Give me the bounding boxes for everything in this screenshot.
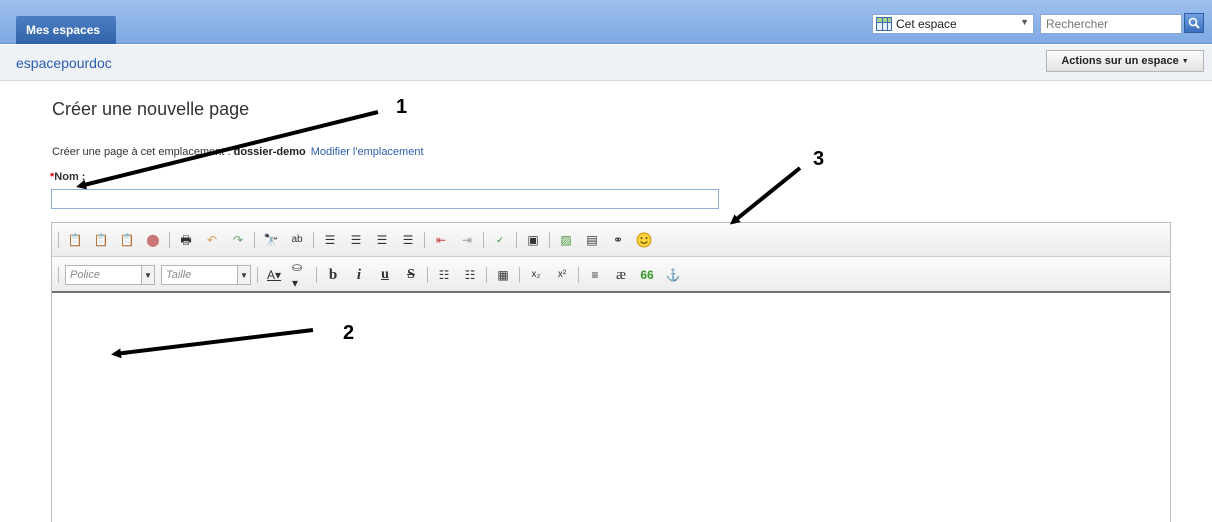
text-color-icon[interactable]: A▾: [266, 267, 282, 283]
toolbar-separator: [486, 267, 487, 283]
toolbar-separator: [316, 267, 317, 283]
superscript-icon[interactable]: x²: [554, 267, 570, 283]
space-actions-label: Actions sur un espace: [1061, 55, 1179, 67]
toolbar-separator: [483, 231, 484, 248]
search-icon: [1188, 17, 1200, 29]
chevron-down-icon: ▼: [1181, 57, 1189, 65]
italic-icon[interactable]: i: [351, 267, 367, 283]
toolbar-separator: [427, 267, 428, 283]
print-icon[interactable]: 🖶: [178, 232, 194, 248]
undo-icon[interactable]: ↶: [204, 232, 220, 248]
replace-icon[interactable]: ab: [289, 232, 305, 248]
space-actions-button[interactable]: Actions sur un espace ▼: [1046, 50, 1204, 72]
smiley-icon[interactable]: [636, 232, 652, 248]
toolbar-separator: [257, 267, 258, 283]
toolbar-separator: [578, 267, 579, 283]
annotation-arrow-3: [729, 166, 802, 225]
space-grid-icon: [876, 17, 892, 31]
toolbar-separator: [516, 231, 517, 248]
editor-toolbar-row-2: Police ▼ Taille ▼ A▾ ⛀▾ b i u S ☷ ☷ ▦ x₂…: [52, 259, 1170, 293]
special-char-icon[interactable]: æ: [613, 267, 629, 283]
insert-table-icon[interactable]: ▦: [495, 267, 511, 283]
toolbar-separator: [254, 231, 255, 248]
top-bar: Mes espaces Cet espace ▼: [0, 0, 1212, 44]
chevron-down-icon: ▼: [1020, 17, 1029, 27]
toolbar-separator: [58, 231, 59, 248]
paste-word-icon[interactable]: 📋: [119, 232, 135, 248]
chevron-down-icon: ▼: [141, 266, 154, 284]
subscript-icon[interactable]: x₂: [528, 267, 544, 283]
modify-location-link[interactable]: Modifier l'emplacement: [311, 146, 424, 158]
spellcheck-icon[interactable]: ✓: [492, 232, 508, 248]
editor-toolbar-row-1: 📋 📋 📋 ⬤ 🖶 ↶ ↷ 🔭 ab ☰ ☰ ☰ ☰ ⇤ ⇥ ✓ ▣ ▨ ▤ ⚭: [52, 223, 1170, 257]
search-scope-select[interactable]: Cet espace ▼: [872, 14, 1034, 34]
toolbar-separator: [313, 231, 314, 248]
insert-file-icon[interactable]: ▤: [584, 232, 600, 248]
indent-icon[interactable]: ⇥: [459, 232, 475, 248]
paste-icon[interactable]: 📋: [67, 232, 83, 248]
clean-format-icon[interactable]: ⬤: [145, 232, 161, 248]
toolbar-separator: [58, 267, 59, 283]
location-folder: dossier-demo: [233, 146, 306, 158]
align-left-icon[interactable]: ☰: [322, 232, 338, 248]
highlight-color-icon[interactable]: ⛀▾: [292, 260, 308, 290]
insert-link-icon[interactable]: ⚭: [610, 232, 626, 248]
toolbar-separator: [169, 231, 170, 248]
bold-icon[interactable]: b: [325, 267, 341, 283]
chevron-down-icon: ▼: [237, 266, 250, 284]
paste-text-icon[interactable]: 📋: [93, 232, 109, 248]
annotation-label-1: 1: [396, 96, 408, 118]
font-family-value: Police: [70, 269, 100, 281]
editor-content-area[interactable]: [52, 295, 1170, 522]
search-input[interactable]: [1040, 14, 1182, 34]
annotation-label-2: 2: [343, 322, 355, 344]
unordered-list-icon[interactable]: ☷: [462, 267, 478, 283]
space-name-link[interactable]: espacepourdoc: [16, 55, 112, 71]
find-icon[interactable]: 🔭: [263, 232, 279, 248]
page: Mes espaces Cet espace ▼ espacepourdoc A…: [0, 0, 1212, 522]
toolbar-separator: [424, 231, 425, 248]
location-prefix: Créer une page à cet emplacement :: [52, 146, 234, 158]
source-view-icon[interactable]: ▣: [525, 232, 541, 248]
location-line: Créer une page à cet emplacement : dossi…: [52, 146, 424, 158]
my-spaces-tab[interactable]: Mes espaces: [16, 16, 116, 44]
toolbar-separator: [549, 231, 550, 248]
name-label-text: Nom :: [54, 171, 86, 183]
anchor-icon[interactable]: ⚓: [665, 267, 681, 283]
redo-icon[interactable]: ↷: [230, 232, 246, 248]
outdent-icon[interactable]: ⇤: [433, 232, 449, 248]
strikethrough-icon[interactable]: S: [403, 267, 419, 283]
font-family-dropdown[interactable]: Police ▼: [65, 265, 155, 285]
align-right-icon[interactable]: ☰: [374, 232, 390, 248]
align-justify-icon[interactable]: ☰: [400, 232, 416, 248]
align-center-icon[interactable]: ☰: [348, 232, 364, 248]
emoticon-icon: [636, 232, 652, 247]
toolbar-separator: [519, 267, 520, 283]
annotation-label-3: 3: [813, 148, 825, 170]
font-size-dropdown[interactable]: Taille ▼: [161, 265, 251, 285]
page-title: Créer une nouvelle page: [52, 99, 250, 119]
name-label: *Nom :: [50, 171, 85, 183]
search-scope-value: Cet espace: [896, 17, 957, 31]
quote-icon[interactable]: 66: [639, 267, 655, 283]
rich-text-editor: 📋 📋 📋 ⬤ 🖶 ↶ ↷ 🔭 ab ☰ ☰ ☰ ☰ ⇤ ⇥ ✓ ▣ ▨ ▤ ⚭…: [51, 222, 1171, 522]
search-button[interactable]: [1184, 13, 1204, 33]
ordered-list-icon[interactable]: ☷: [436, 267, 452, 283]
underline-icon[interactable]: u: [377, 267, 393, 283]
insert-image-icon[interactable]: ▨: [558, 232, 574, 248]
space-header-bar: espacepourdoc: [0, 45, 1212, 81]
horizontal-rule-icon[interactable]: ≡: [587, 267, 603, 283]
name-field[interactable]: [51, 189, 719, 209]
font-size-value: Taille: [166, 269, 192, 281]
